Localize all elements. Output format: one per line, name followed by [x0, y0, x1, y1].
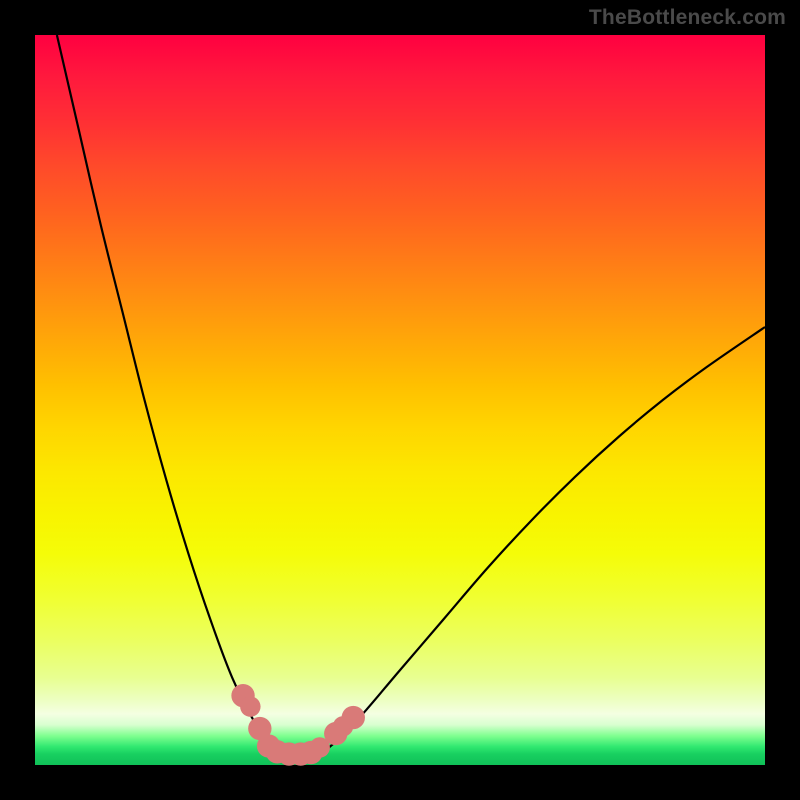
curve-layer [35, 35, 765, 765]
chart-frame: TheBottleneck.com [0, 0, 800, 800]
watermark-text: TheBottleneck.com [589, 6, 786, 30]
bottleneck-curve [57, 35, 765, 755]
data-markers [231, 684, 365, 766]
plot-area [35, 35, 765, 765]
data-marker [342, 706, 365, 729]
data-marker [240, 696, 260, 716]
